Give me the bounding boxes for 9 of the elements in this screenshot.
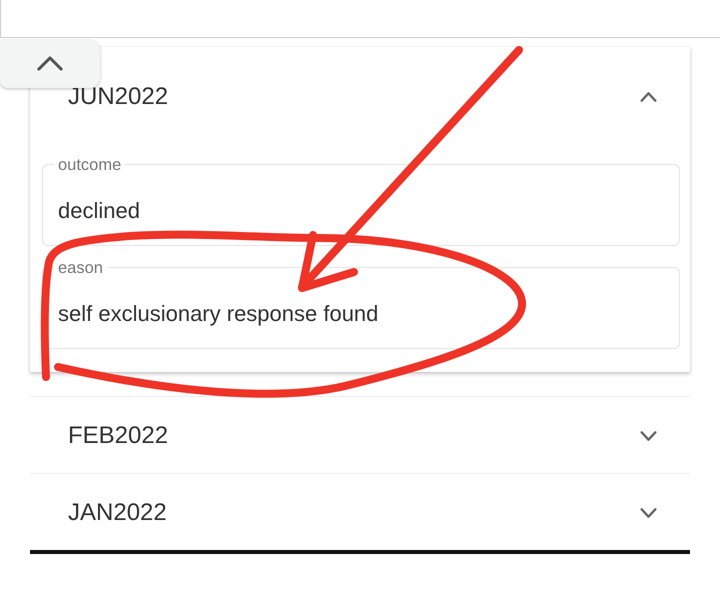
panel-header[interactable]: JAN2022	[30, 474, 690, 550]
field-value: declined	[58, 198, 140, 224]
panel-header[interactable]: JUN2022	[30, 47, 690, 143]
text-field[interactable]: eason self exclusionary response found	[42, 260, 680, 349]
text-field[interactable]: outcome declined	[42, 157, 680, 246]
panel-header[interactable]: FEB2022	[30, 397, 690, 473]
field-value: self exclusionary response found	[58, 301, 378, 327]
scroll-up-button[interactable]	[0, 40, 100, 88]
caret-up-icon	[37, 56, 63, 70]
